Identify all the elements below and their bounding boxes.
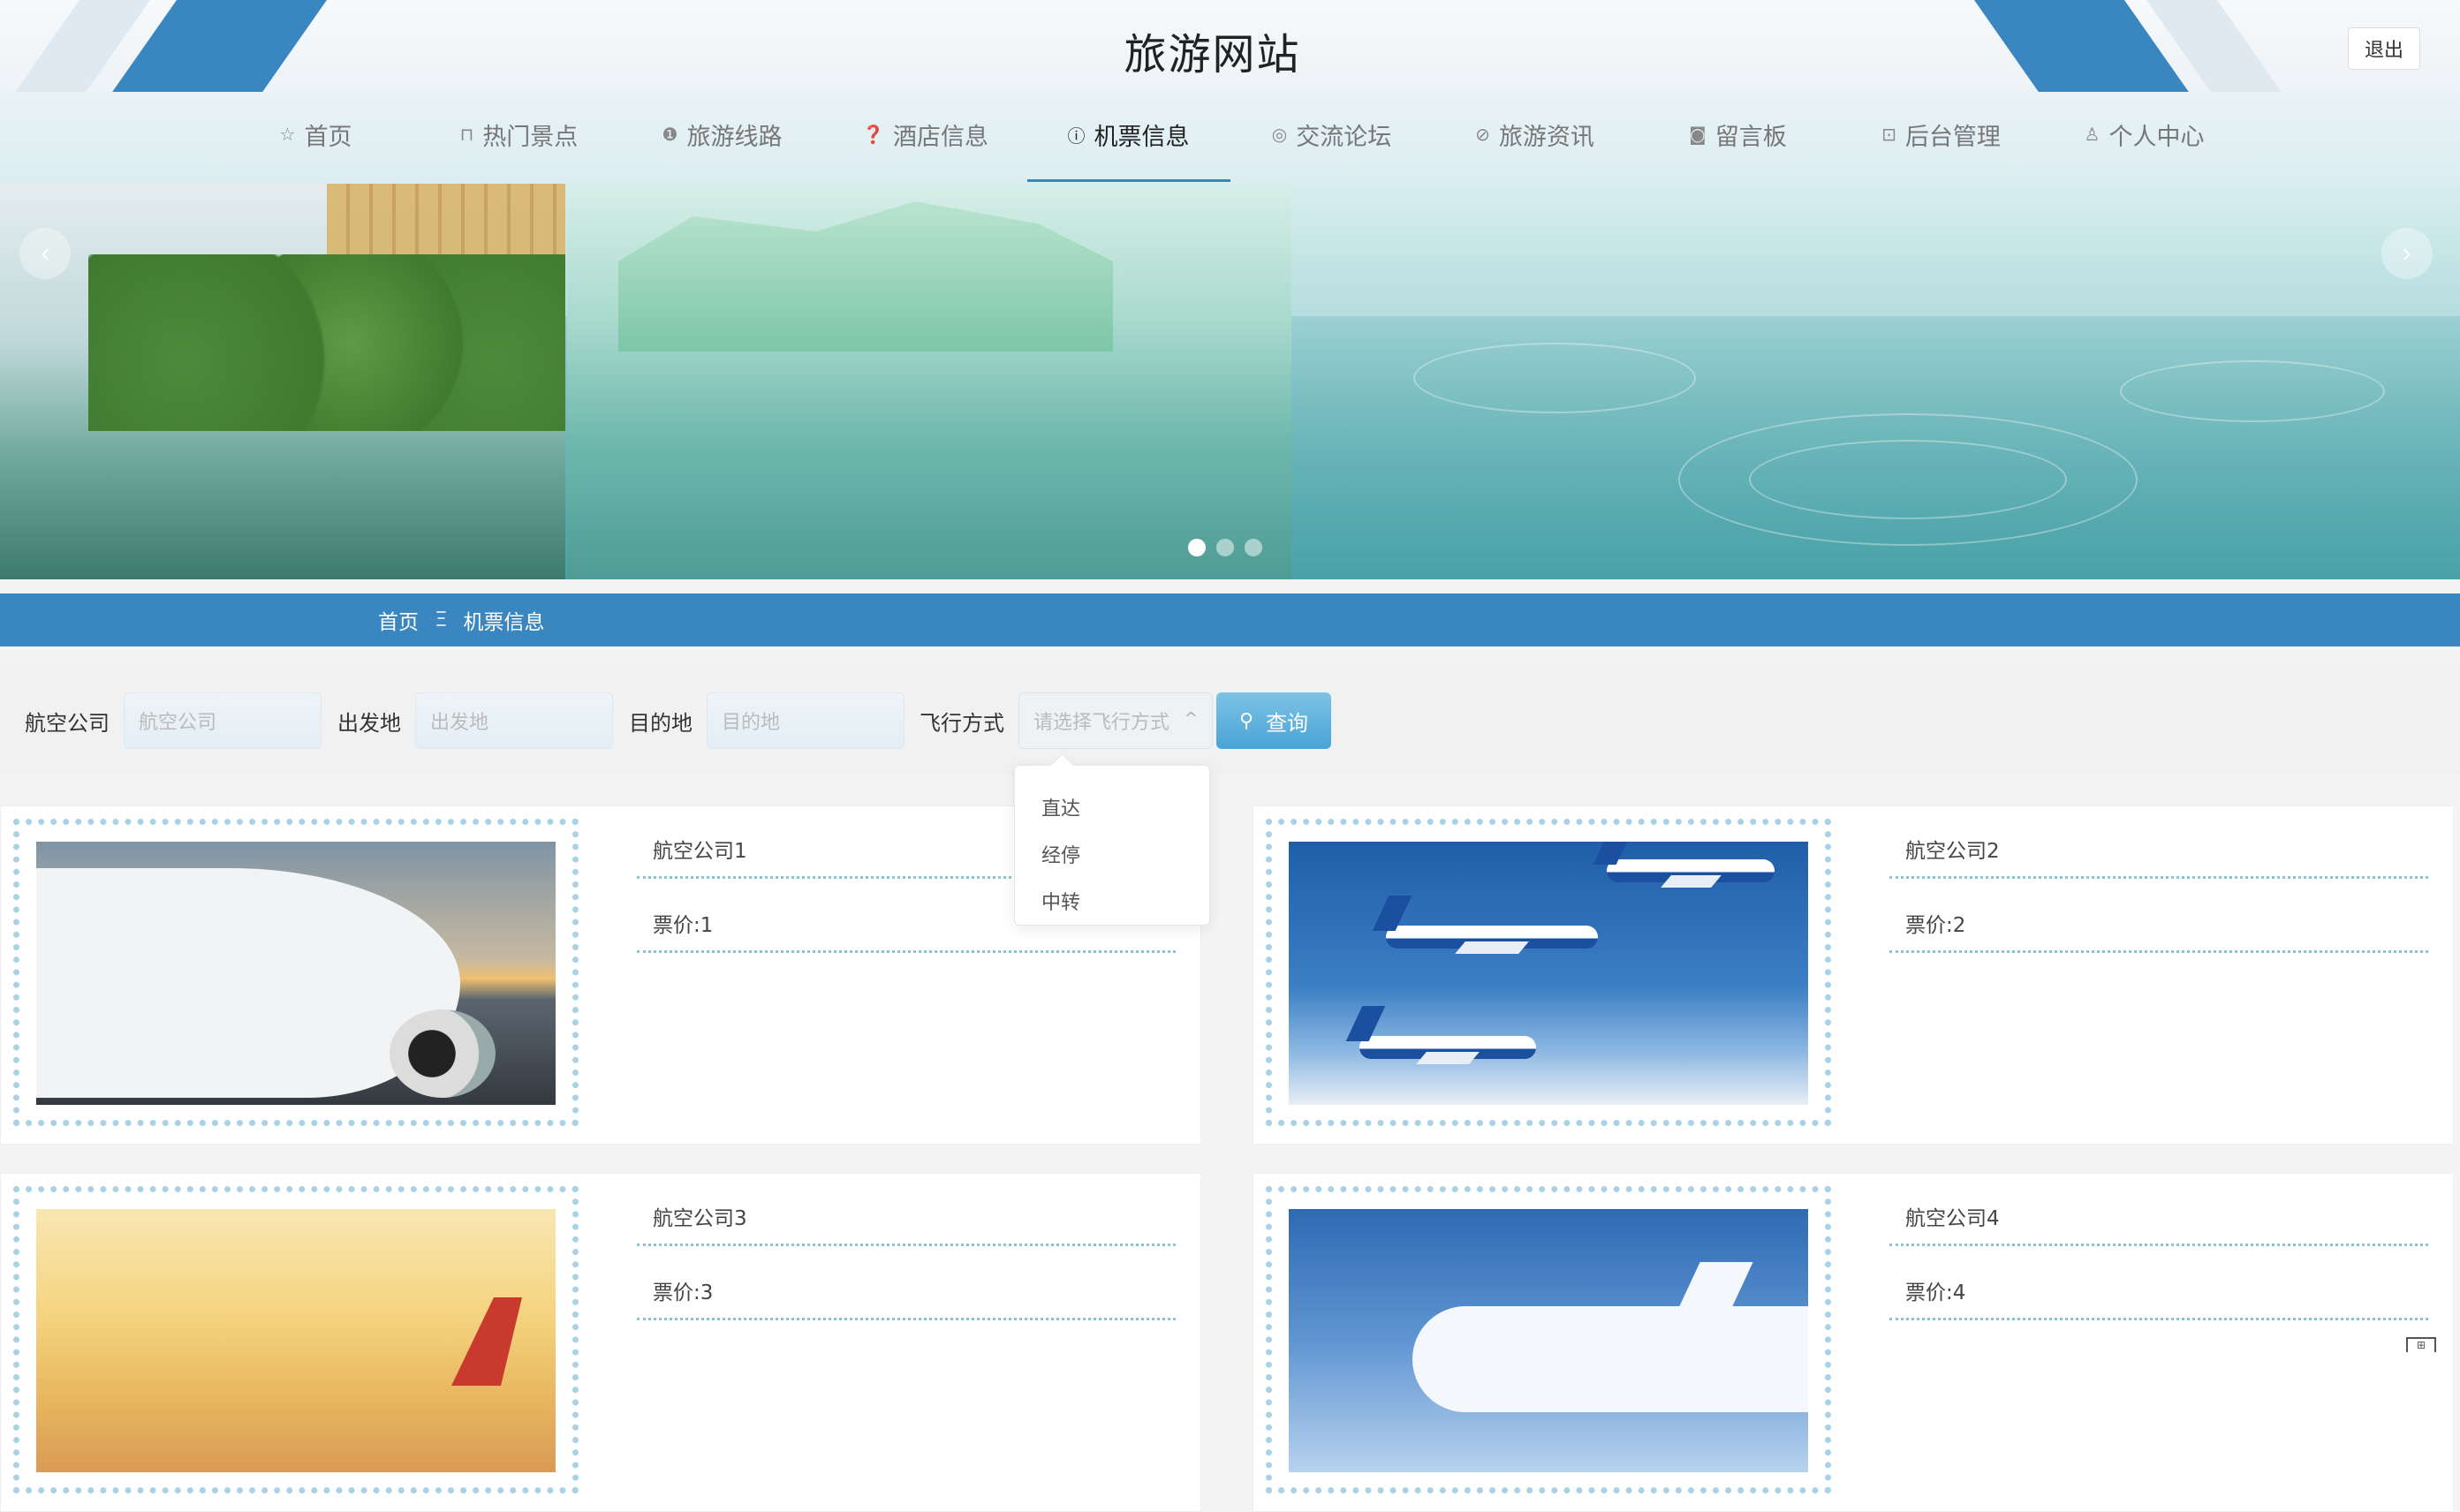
user-icon: ♙ — [2084, 124, 2100, 145]
card-airline: 航空公司2 — [1889, 806, 2428, 879]
origin-input[interactable]: 出发地 — [415, 692, 613, 749]
card-price: 票价:2 — [1889, 879, 2428, 953]
main-nav: ☆ 首页 ⊓ 热门景点 ❶ 旅游线路 ❓ 酒店信息 ⓘ 机票信息 ◎ 交流论坛 ⊘ 旅游资讯 … — [0, 92, 2460, 184]
flight-mode-select[interactable]: 请选择飞行方式 ^ — [1018, 692, 1213, 749]
question-circle-icon: ❓ — [862, 124, 884, 145]
card-image[interactable] — [1289, 842, 1808, 1105]
carousel-dot[interactable] — [1188, 539, 1206, 556]
breadcrumb-current: 机票信息 — [463, 611, 545, 634]
nav-item-hotels[interactable]: ❓ 酒店信息 — [824, 92, 1027, 177]
destination-label: 目的地 — [629, 710, 693, 736]
site-title: 旅游网站 — [1124, 30, 1301, 79]
flight-mode-dropdown: 直达 经停 中转 — [1014, 765, 1210, 926]
nav-item-label: 个人中心 — [2108, 123, 2205, 151]
nav-item-news[interactable]: ⊘ 旅游资讯 — [1434, 92, 1637, 177]
card-image[interactable] — [1289, 1209, 1808, 1472]
chevron-right-icon[interactable]: › — [2381, 228, 2433, 279]
nav-item-forum[interactable]: ◎ 交流论坛 — [1230, 92, 1434, 177]
nav-item-label: 旅游线路 — [686, 123, 783, 151]
star-icon: ☆ — [279, 124, 296, 145]
nav-item-label: 首页 — [304, 123, 352, 151]
nav-item-profile[interactable]: ♙ 个人中心 — [2043, 92, 2246, 177]
image-decor — [1345, 1006, 1536, 1064]
flight-mode-option-stopover[interactable]: 经停 — [1015, 830, 1209, 877]
card-price: 票价:3 — [637, 1246, 1176, 1320]
briefcase-icon: ⊡ — [1881, 124, 1896, 145]
card-airline: 航空公司3 — [637, 1174, 1176, 1246]
image-decor — [1372, 896, 1598, 954]
banner-carousel: ‹ › — [0, 184, 2460, 579]
destination-input[interactable]: 目的地 — [707, 692, 905, 749]
banner-ripple — [1749, 440, 2067, 519]
lock-icon: ⊓ — [459, 124, 474, 145]
nav-item-label: 后台管理 — [1904, 123, 2001, 151]
nav-item-label: 交流论坛 — [1296, 123, 1392, 151]
card-image[interactable] — [36, 1209, 556, 1472]
banner-image — [88, 254, 565, 431]
nav-item-label: 机票信息 — [1094, 123, 1190, 151]
carousel-dot[interactable] — [1216, 539, 1234, 556]
nav-item-flights[interactable]: ⓘ 机票信息 — [1026, 92, 1230, 182]
nav-item-message-board[interactable]: ◙ 留言板 — [1637, 92, 1840, 177]
logout-button[interactable]: 退出 — [2348, 27, 2420, 70]
banner-ripple — [1413, 343, 1696, 413]
flight-mode-option-transfer[interactable]: 中转 — [1015, 877, 1209, 924]
image-decor — [1412, 1306, 1808, 1412]
flight-mode-placeholder: 请选择飞行方式 — [1033, 712, 1170, 734]
target-icon: ◎ — [1271, 124, 1288, 145]
carousel-dots — [1188, 539, 1262, 556]
card-info: 航空公司4 票价:4 — [1889, 1174, 2428, 1320]
flight-card[interactable]: 航空公司2 票价:2 — [1253, 805, 2454, 1145]
airline-label: 航空公司 — [25, 710, 110, 736]
image-decor — [451, 1297, 522, 1386]
breadcrumb-separator-icon: Ξ — [435, 609, 448, 631]
flight-card[interactable]: 航空公司3 票价:3 — [0, 1173, 1201, 1512]
card-info: 航空公司3 票价:3 — [637, 1174, 1176, 1320]
airline-field: 航空公司 航空公司 — [25, 692, 322, 749]
banner-image — [618, 201, 1113, 352]
nav-item-label: 留言板 — [1714, 123, 1787, 151]
search-bar: 航空公司 航空公司 出发地 出发地 目的地 目的地 飞行方式 请选择飞行方式 ^… — [0, 664, 2460, 775]
site-header: 旅游网站 退出 — [0, 0, 2460, 92]
nav-item-home[interactable]: ☆ 首页 — [215, 92, 418, 177]
chevron-up-icon: ^ — [1184, 709, 1198, 728]
nav-item-label: 旅游资讯 — [1498, 123, 1594, 151]
nav-item-routes[interactable]: ❶ 旅游线路 — [621, 92, 824, 177]
airline-input[interactable]: 航空公司 — [124, 692, 322, 749]
nav-item-attractions[interactable]: ⊓ 热门景点 — [418, 92, 621, 177]
image-decor — [390, 1009, 496, 1098]
query-button-label: 查询 — [1266, 710, 1309, 736]
query-button[interactable]: ⚲ 查询 — [1216, 692, 1331, 749]
breadcrumb-home[interactable]: 首页 — [378, 605, 419, 635]
flight-mode-label: 飞行方式 — [920, 710, 1004, 736]
alert-circle-icon: ❶ — [662, 124, 678, 145]
origin-label: 出发地 — [337, 710, 401, 736]
card-price: 票价:4 — [1889, 1246, 2428, 1320]
nav-item-label: 热门景点 — [482, 123, 579, 151]
card-airline: 航空公司4 — [1889, 1174, 2428, 1246]
info-circle-icon: ⓘ — [1067, 125, 1086, 147]
grid-icon[interactable]: ⊞ — [2406, 1337, 2436, 1352]
search-icon: ⚲ — [1238, 709, 1254, 732]
destination-field: 目的地 目的地 — [629, 692, 905, 749]
card-info: 航空公司2 票价:2 — [1889, 806, 2428, 953]
image-decor — [1593, 842, 1775, 888]
chevron-left-icon[interactable]: ‹ — [19, 228, 71, 279]
flight-mode-field: 飞行方式 请选择飞行方式 ^ — [920, 692, 1213, 749]
flight-card[interactable]: 航空公司4 票价:4 — [1253, 1173, 2454, 1512]
nav-item-admin[interactable]: ⊡ 后台管理 — [1840, 92, 2043, 177]
check-circle-icon: ⊘ — [1475, 124, 1490, 145]
nav-item-label: 酒店信息 — [892, 123, 988, 151]
card-image[interactable] — [36, 842, 556, 1105]
origin-field: 出发地 出发地 — [337, 692, 613, 749]
breadcrumb: 首页 Ξ 机票信息 — [0, 593, 2460, 646]
camera-icon: ◙ — [1689, 124, 1707, 145]
carousel-dot[interactable] — [1245, 539, 1262, 556]
flight-mode-option-direct[interactable]: 直达 — [1015, 783, 1209, 830]
banner-ripple — [2120, 360, 2385, 422]
